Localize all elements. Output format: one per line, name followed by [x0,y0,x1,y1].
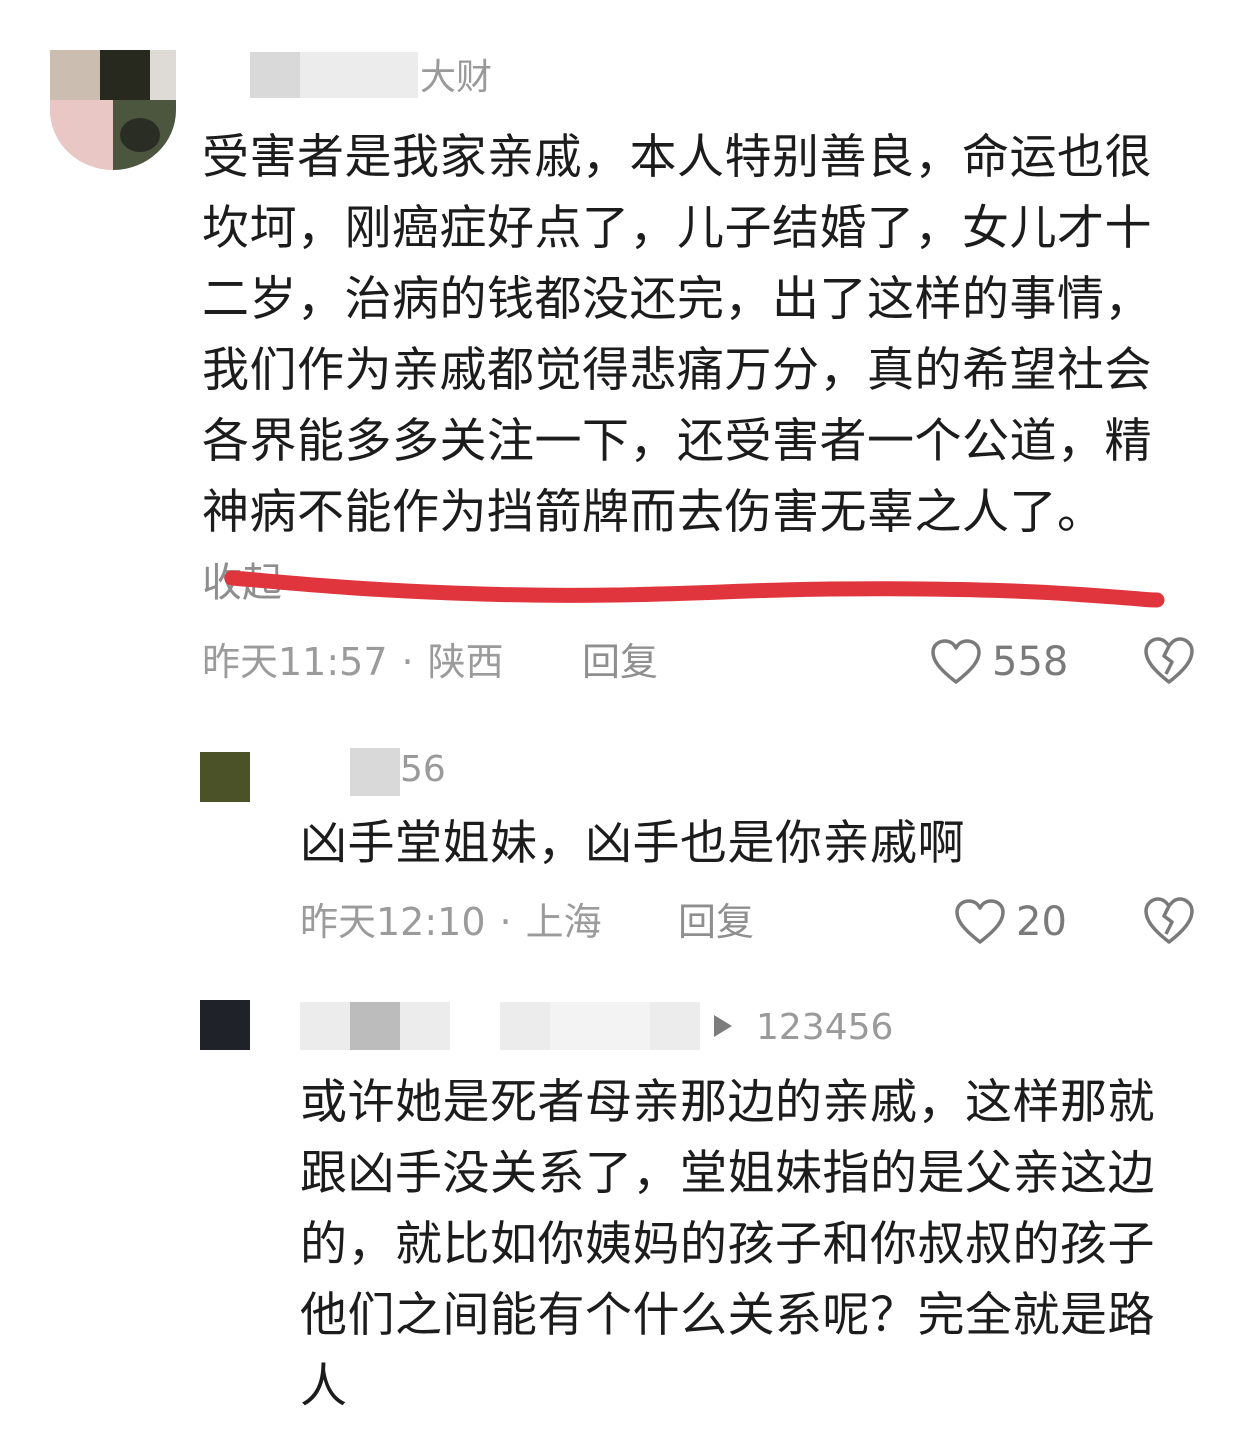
location: 陕西 [427,640,504,684]
like-count: 20 [1016,899,1067,945]
like-count: 558 [992,639,1069,685]
reply-to-username[interactable]: 123456 [756,1010,893,1046]
username[interactable]: 大财 [420,60,492,96]
avatar[interactable] [50,50,176,170]
like-button[interactable]: 558 [930,634,1068,690]
username-redacted [300,1002,350,1050]
avatar[interactable] [200,752,250,802]
separator: · [499,900,512,944]
comment-meta: 昨天12:10 · 上海 [300,898,602,946]
username-redacted [500,1002,550,1050]
broken-heart-icon[interactable] [1142,894,1196,948]
red-underline-annotation [224,570,1165,608]
username-redacted [400,1002,450,1050]
comment-body: 或许她是死者母亲那边的亲戚，这样那就 跟凶手没关系了，堂姐妹指的是父亲这边 的，… [300,1075,1155,1414]
location: 上海 [525,900,602,944]
comment-body: 凶手堂姐妹，凶手也是你亲戚啊 [300,816,965,871]
reply-button[interactable]: 回复 [678,898,754,946]
reply-button[interactable]: 回复 [582,638,658,686]
username-redacted [250,52,300,98]
broken-heart-icon[interactable] [1142,634,1196,688]
username-redacted [550,1002,650,1050]
play-triangle-icon [714,1015,732,1037]
comment-body: 受害者是我家亲戚，本人特别善良，命运也很 坎坷，刚癌症好点了，儿子结婚了，女儿才… [202,130,1152,540]
username-redacted [650,1002,700,1050]
username-redacted [300,52,418,98]
comment-meta: 昨天11:57 · 陕西 [202,638,504,686]
timestamp: 昨天12:10 [300,900,486,944]
username-redacted [350,1002,400,1050]
heart-outline-icon [955,899,1005,944]
heart-outline-icon [931,639,981,684]
like-button[interactable]: 20 [954,894,1067,950]
timestamp: 昨天11:57 [202,640,388,684]
username[interactable]: 56 [400,752,446,788]
username-redacted [350,748,400,796]
separator: · [401,640,414,684]
avatar[interactable] [200,1000,250,1050]
